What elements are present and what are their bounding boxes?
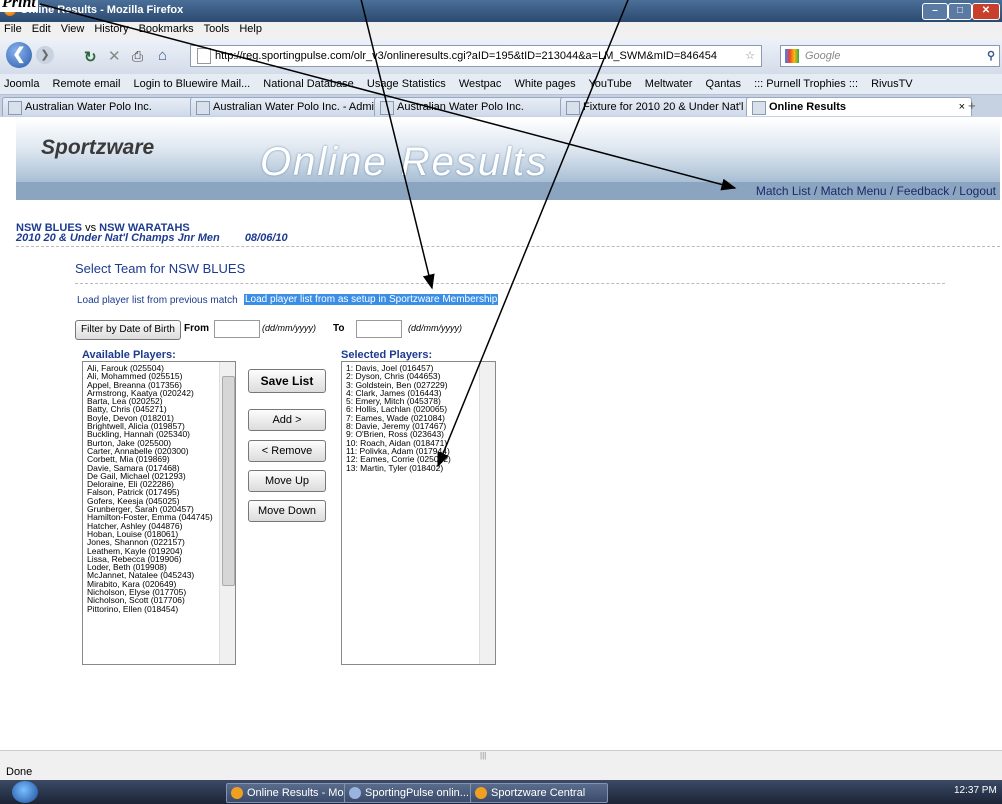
taskbar-sportingpulse[interactable]: SportingPulse onlin...: [344, 783, 484, 803]
taskbar-sportzware-central[interactable]: Sportzware Central: [470, 783, 608, 803]
arrow-to-selected-player: [437, 0, 629, 468]
windows-taskbar: Online Results - Mo... SportingPulse onl…: [0, 780, 1002, 804]
arrow-to-membership-link: [360, 0, 435, 290]
taskbar-online-results[interactable]: Online Results - Mo...: [226, 783, 360, 803]
horizontal-scrollbar[interactable]: |||: [0, 750, 1002, 765]
clock: 12:37 PM: [954, 785, 997, 796]
status-bar: Done: [0, 764, 1002, 780]
annotation-arrows: [39, 0, 737, 468]
arrow-to-top-links: [39, 3, 737, 191]
corner-annotation: Print: [0, 0, 38, 12]
status-text: Done: [6, 766, 33, 778]
start-orb-icon[interactable]: [12, 781, 38, 803]
